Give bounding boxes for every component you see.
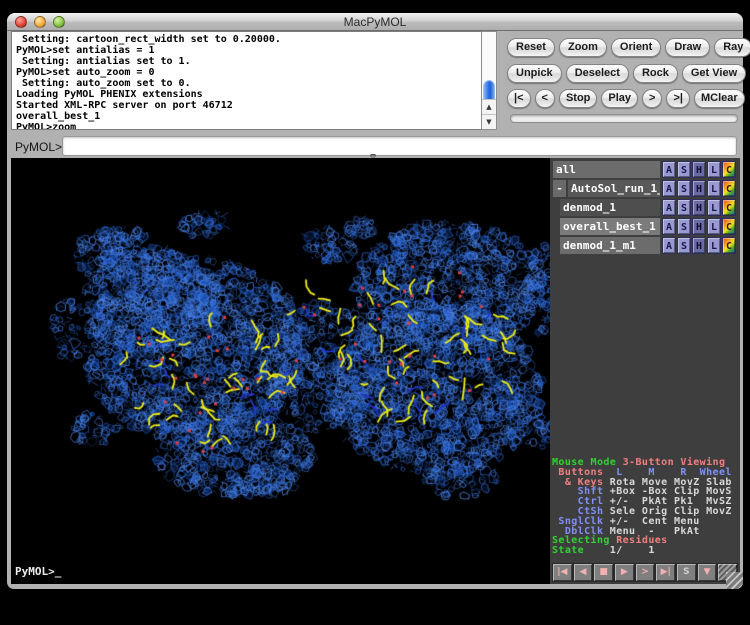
object-name-AutoSol_run_1_[interactable]: AutoSol_run_1_ <box>568 180 660 197</box>
hide-button-denmod_1_m1[interactable]: H <box>692 237 706 254</box>
ashlc-buttons: ASHLC <box>662 218 736 235</box>
label-button-denmod_1_m1[interactable]: L <box>707 237 721 254</box>
color-button-AutoSol_run_1_[interactable]: C <box>722 180 736 197</box>
movie-play-button[interactable]: Play <box>601 89 638 108</box>
rock-button[interactable]: Rock <box>633 64 678 83</box>
color-button-denmod_1[interactable]: C <box>722 199 736 216</box>
movie-play-button-bottom[interactable]: ▶ <box>615 564 634 581</box>
label-button-overall_best_1[interactable]: L <box>707 218 721 235</box>
title-bar[interactable]: MacPyMOL <box>7 13 743 31</box>
movie-step-back-button[interactable]: ◀ <box>574 564 593 581</box>
hide-button-AutoSol_run_1_[interactable]: H <box>692 180 706 197</box>
ashlc-buttons: ASHLC <box>662 199 736 216</box>
log-line: PyMOL>set antialias = 1 <box>16 45 481 56</box>
show-button-all[interactable]: S <box>677 161 691 178</box>
show-button-denmod_1[interactable]: S <box>677 199 691 216</box>
movie-progress-bar[interactable] <box>510 114 738 123</box>
action-button-all[interactable]: A <box>662 161 676 178</box>
log-line: Setting: cartoon_rect_width set to 0.200… <box>16 34 481 45</box>
action-button-denmod_1[interactable]: A <box>662 199 676 216</box>
window-title: MacPyMOL <box>7 13 743 31</box>
movie-clear-button[interactable]: MClear <box>694 89 745 108</box>
toolbar-row-3: |<<StopPlay>>|MClear <box>507 89 740 108</box>
movie-first-button[interactable]: |< <box>507 89 531 108</box>
toolbar-row-1: ResetZoomOrientDrawRay <box>507 38 740 57</box>
object-row: -AutoSol_run_1_ASHLC <box>553 180 736 197</box>
color-button-denmod_1_m1[interactable]: C <box>722 237 736 254</box>
collapse-group-button[interactable]: - <box>553 180 566 197</box>
object-name-denmod_1[interactable]: denmod_1 <box>560 199 660 216</box>
unpick-button[interactable]: Unpick <box>507 64 562 83</box>
action-button-overall_best_1[interactable]: A <box>662 218 676 235</box>
mouse-mode-panel: Mouse Mode 3-Button Viewing Buttons L M … <box>552 458 732 556</box>
scroll-down-button[interactable]: ▼ <box>482 114 496 129</box>
movie-skip-end-button[interactable]: ▶| <box>656 564 675 581</box>
action-button-AutoSol_run_1_[interactable]: A <box>662 180 676 197</box>
draw-button[interactable]: Draw <box>665 38 710 57</box>
show-button-AutoSol_run_1_[interactable]: S <box>677 180 691 197</box>
movie-last-button[interactable]: >| <box>666 89 690 108</box>
log-line: overall_best_1 <box>16 111 481 122</box>
movie-back-button[interactable]: < <box>535 89 555 108</box>
action-button-denmod_1_m1[interactable]: A <box>662 237 676 254</box>
macpymol-window: MacPyMOL Setting: cartoon_rect_width set… <box>7 13 743 589</box>
ashlc-buttons: ASHLC <box>662 180 736 197</box>
hide-button-overall_best_1[interactable]: H <box>692 218 706 235</box>
ashlc-buttons: ASHLC <box>662 161 736 178</box>
ray-button[interactable]: Ray <box>714 38 750 57</box>
show-button-overall_best_1[interactable]: S <box>677 218 691 235</box>
object-row: denmod_1ASHLC <box>553 199 736 216</box>
log-line: PyMOL>zoom <box>16 122 481 130</box>
log-line: Started XML-RPC server on port 46712 <box>16 100 481 111</box>
scroll-up-button[interactable]: ▲ <box>482 99 496 114</box>
label-button-all[interactable]: L <box>707 161 721 178</box>
log-line: Loading PyMOL PHENIX extensions <box>16 89 481 100</box>
object-row: denmod_1_m1ASHLC <box>553 237 736 254</box>
command-prompt-label: PyMOL> <box>15 138 62 156</box>
movie-stop-button[interactable]: Stop <box>559 89 597 108</box>
object-name-denmod_1_m1[interactable]: denmod_1_m1 <box>560 237 660 254</box>
label-button-AutoSol_run_1_[interactable]: L <box>707 180 721 197</box>
frame-down-button[interactable]: ▼ <box>698 564 717 581</box>
log-line: Setting: auto_zoom set to 0. <box>16 78 481 89</box>
viewport[interactable]: allASHLC-AutoSol_run_1_ASHLCdenmod_1ASHL… <box>11 158 740 584</box>
movie-controls: |◀◀■▶>▶|S▼ <box>552 563 738 582</box>
window-resize-grip[interactable] <box>726 572 743 589</box>
show-button-denmod_1_m1[interactable]: S <box>677 237 691 254</box>
object-row: overall_best_1ASHLC <box>553 218 736 235</box>
log-line: Setting: antialias set to 1. <box>16 56 481 67</box>
movie-forward-button[interactable]: > <box>642 89 662 108</box>
color-button-all[interactable]: C <box>722 161 736 178</box>
get-view-button[interactable]: Get View <box>682 64 746 83</box>
color-button-overall_best_1[interactable]: C <box>722 218 736 235</box>
reset-button[interactable]: Reset <box>507 38 555 57</box>
hide-button-denmod_1[interactable]: H <box>692 199 706 216</box>
object-name-overall_best_1[interactable]: overall_best_1 <box>560 218 660 235</box>
viewport-prompt: PyMOL>_ <box>15 565 61 578</box>
mouse-panel-line[interactable]: State 1/ 1 <box>552 546 732 556</box>
mouse-panel-text: 1/ 1 <box>591 545 655 556</box>
internal-gui-panel: allASHLC-AutoSol_run_1_ASHLCdenmod_1ASHL… <box>550 158 740 584</box>
log-line: PyMOL>set auto_zoom = 0 <box>16 67 481 78</box>
command-input[interactable] <box>62 136 737 156</box>
object-name-all[interactable]: all <box>553 161 660 178</box>
ashlc-buttons: ASHLC <box>662 237 736 254</box>
zoom-button[interactable]: Zoom <box>559 38 607 57</box>
deselect-button[interactable]: Deselect <box>566 64 629 83</box>
density-mesh-render[interactable] <box>11 158 550 584</box>
label-button-denmod_1[interactable]: L <box>707 199 721 216</box>
scene-button[interactable]: S <box>677 564 696 581</box>
log-output[interactable]: Setting: cartoon_rect_width set to 0.200… <box>11 31 481 130</box>
toolbar-row-2: UnpickDeselectRockGet View <box>507 64 740 83</box>
mouse-panel-text: State <box>552 545 591 556</box>
movie-step-forward-button[interactable]: > <box>636 564 655 581</box>
object-panel: allASHLC-AutoSol_run_1_ASHLCdenmod_1ASHL… <box>550 161 740 256</box>
orient-button[interactable]: Orient <box>611 38 661 57</box>
hide-button-all[interactable]: H <box>692 161 706 178</box>
log-scrollbar[interactable]: ▲ ▼ <box>481 31 497 130</box>
movie-stop-button-bottom[interactable]: ■ <box>594 564 613 581</box>
movie-skip-start-button[interactable]: |◀ <box>553 564 572 581</box>
object-row: allASHLC <box>553 161 736 178</box>
